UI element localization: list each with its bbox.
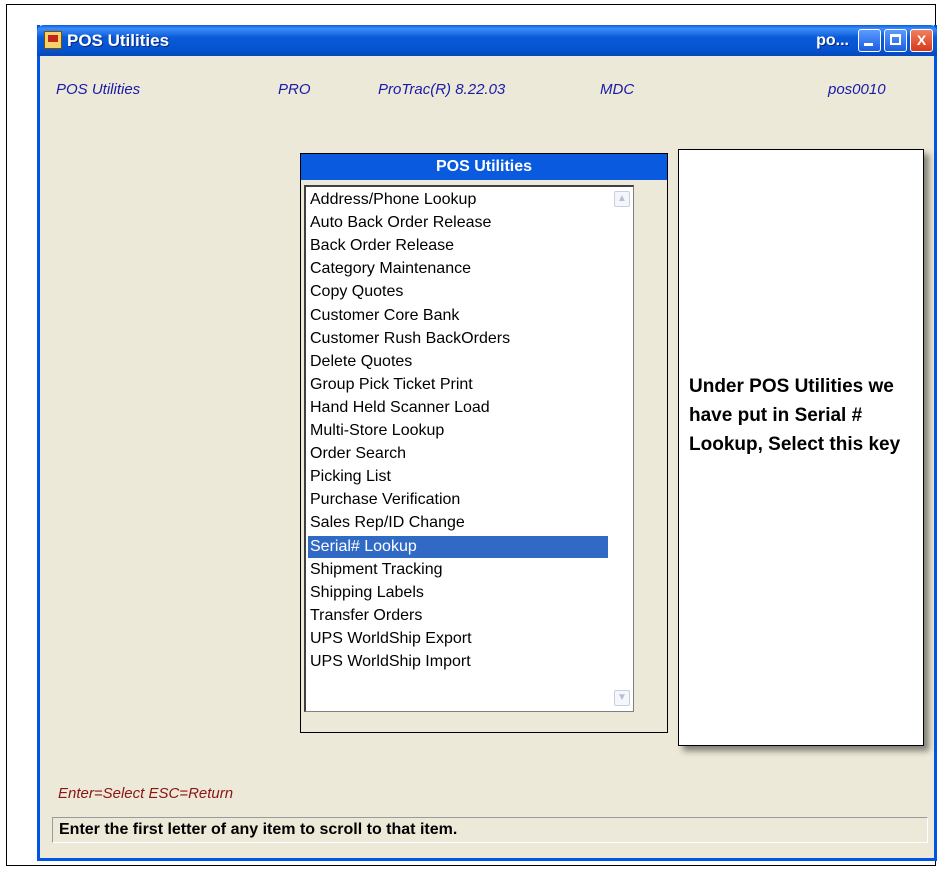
key-hint: Enter=Select ESC=Return (58, 785, 234, 802)
list-item[interactable]: Customer Rush BackOrders (308, 328, 608, 350)
status-text: Enter the first letter of any item to sc… (59, 821, 458, 838)
company-label: MDC (600, 81, 635, 98)
list-item[interactable]: Order Search (308, 443, 608, 465)
program-id: pos0010 (828, 81, 886, 98)
maximize-button[interactable] (884, 29, 907, 52)
list-item[interactable]: Hand Held Scanner Load (308, 397, 608, 419)
app-icon[interactable] (44, 31, 62, 49)
list-item[interactable]: Shipment Tracking (308, 559, 608, 581)
edition-label: PRO (278, 81, 311, 98)
status-bar: Enter the first letter of any item to sc… (52, 817, 928, 843)
screenshot-frame: POS Utilities po... X POS Utilities PRO … (6, 4, 937, 866)
utilities-list[interactable]: ▲ ▼ Address/Phone Lookup Auto Back Order … (304, 185, 634, 712)
minimize-button[interactable] (858, 29, 881, 52)
list-item[interactable]: UPS WorldShip Export (308, 628, 608, 650)
close-icon: X (916, 32, 927, 48)
chevron-up-icon[interactable]: ▲ (614, 191, 630, 207)
window-title-truncated: po... (816, 32, 849, 49)
list-item[interactable]: Category Maintenance (308, 258, 608, 280)
list-item[interactable]: Multi-Store Lookup (308, 420, 608, 442)
list-item[interactable]: Transfer Orders (308, 605, 608, 627)
title-bar[interactable]: POS Utilities po... X (37, 25, 937, 56)
list-item[interactable]: Group Pick Ticket Print (308, 374, 608, 396)
list-item[interactable]: Picking List (308, 466, 608, 488)
list-item[interactable]: Copy Quotes (308, 281, 608, 303)
window-title: POS Utilities (67, 31, 170, 50)
list-item[interactable]: Back Order Release (308, 235, 608, 257)
utilities-panel: POS Utilities ▲ ▼ Address/Phone Lookup Au… (300, 153, 668, 733)
panel-title: POS Utilities (301, 154, 667, 180)
list-item[interactable]: Purchase Verification (308, 489, 608, 511)
annotation-callout: Under POS Utilities we have put in Seria… (678, 149, 924, 746)
list-item[interactable]: Shipping Labels (308, 582, 608, 604)
list-item[interactable]: Serial# Lookup (308, 535, 608, 558)
list-item[interactable]: Delete Quotes (308, 351, 608, 373)
list-item[interactable]: Customer Core Bank (308, 305, 608, 327)
close-button[interactable]: X (910, 29, 933, 52)
list-item[interactable]: Address/Phone Lookup (308, 189, 608, 211)
list-item[interactable]: UPS WorldShip Import (308, 651, 608, 673)
list-item[interactable]: Sales Rep/ID Change (308, 512, 608, 534)
chevron-down-icon[interactable]: ▼ (614, 690, 630, 706)
pos-utilities-window: POS Utilities po... X POS Utilities PRO … (37, 25, 937, 861)
list-item[interactable]: Auto Back Order Release (308, 212, 608, 234)
version-label: ProTrac(R) 8.22.03 (378, 81, 506, 98)
minimize-icon (864, 43, 873, 46)
module-name: POS Utilities (56, 81, 141, 98)
list-scrollbar[interactable]: ▲ ▼ (614, 187, 632, 710)
maximize-icon (890, 34, 901, 45)
callout-text: Under POS Utilities we have put in Seria… (689, 376, 901, 455)
